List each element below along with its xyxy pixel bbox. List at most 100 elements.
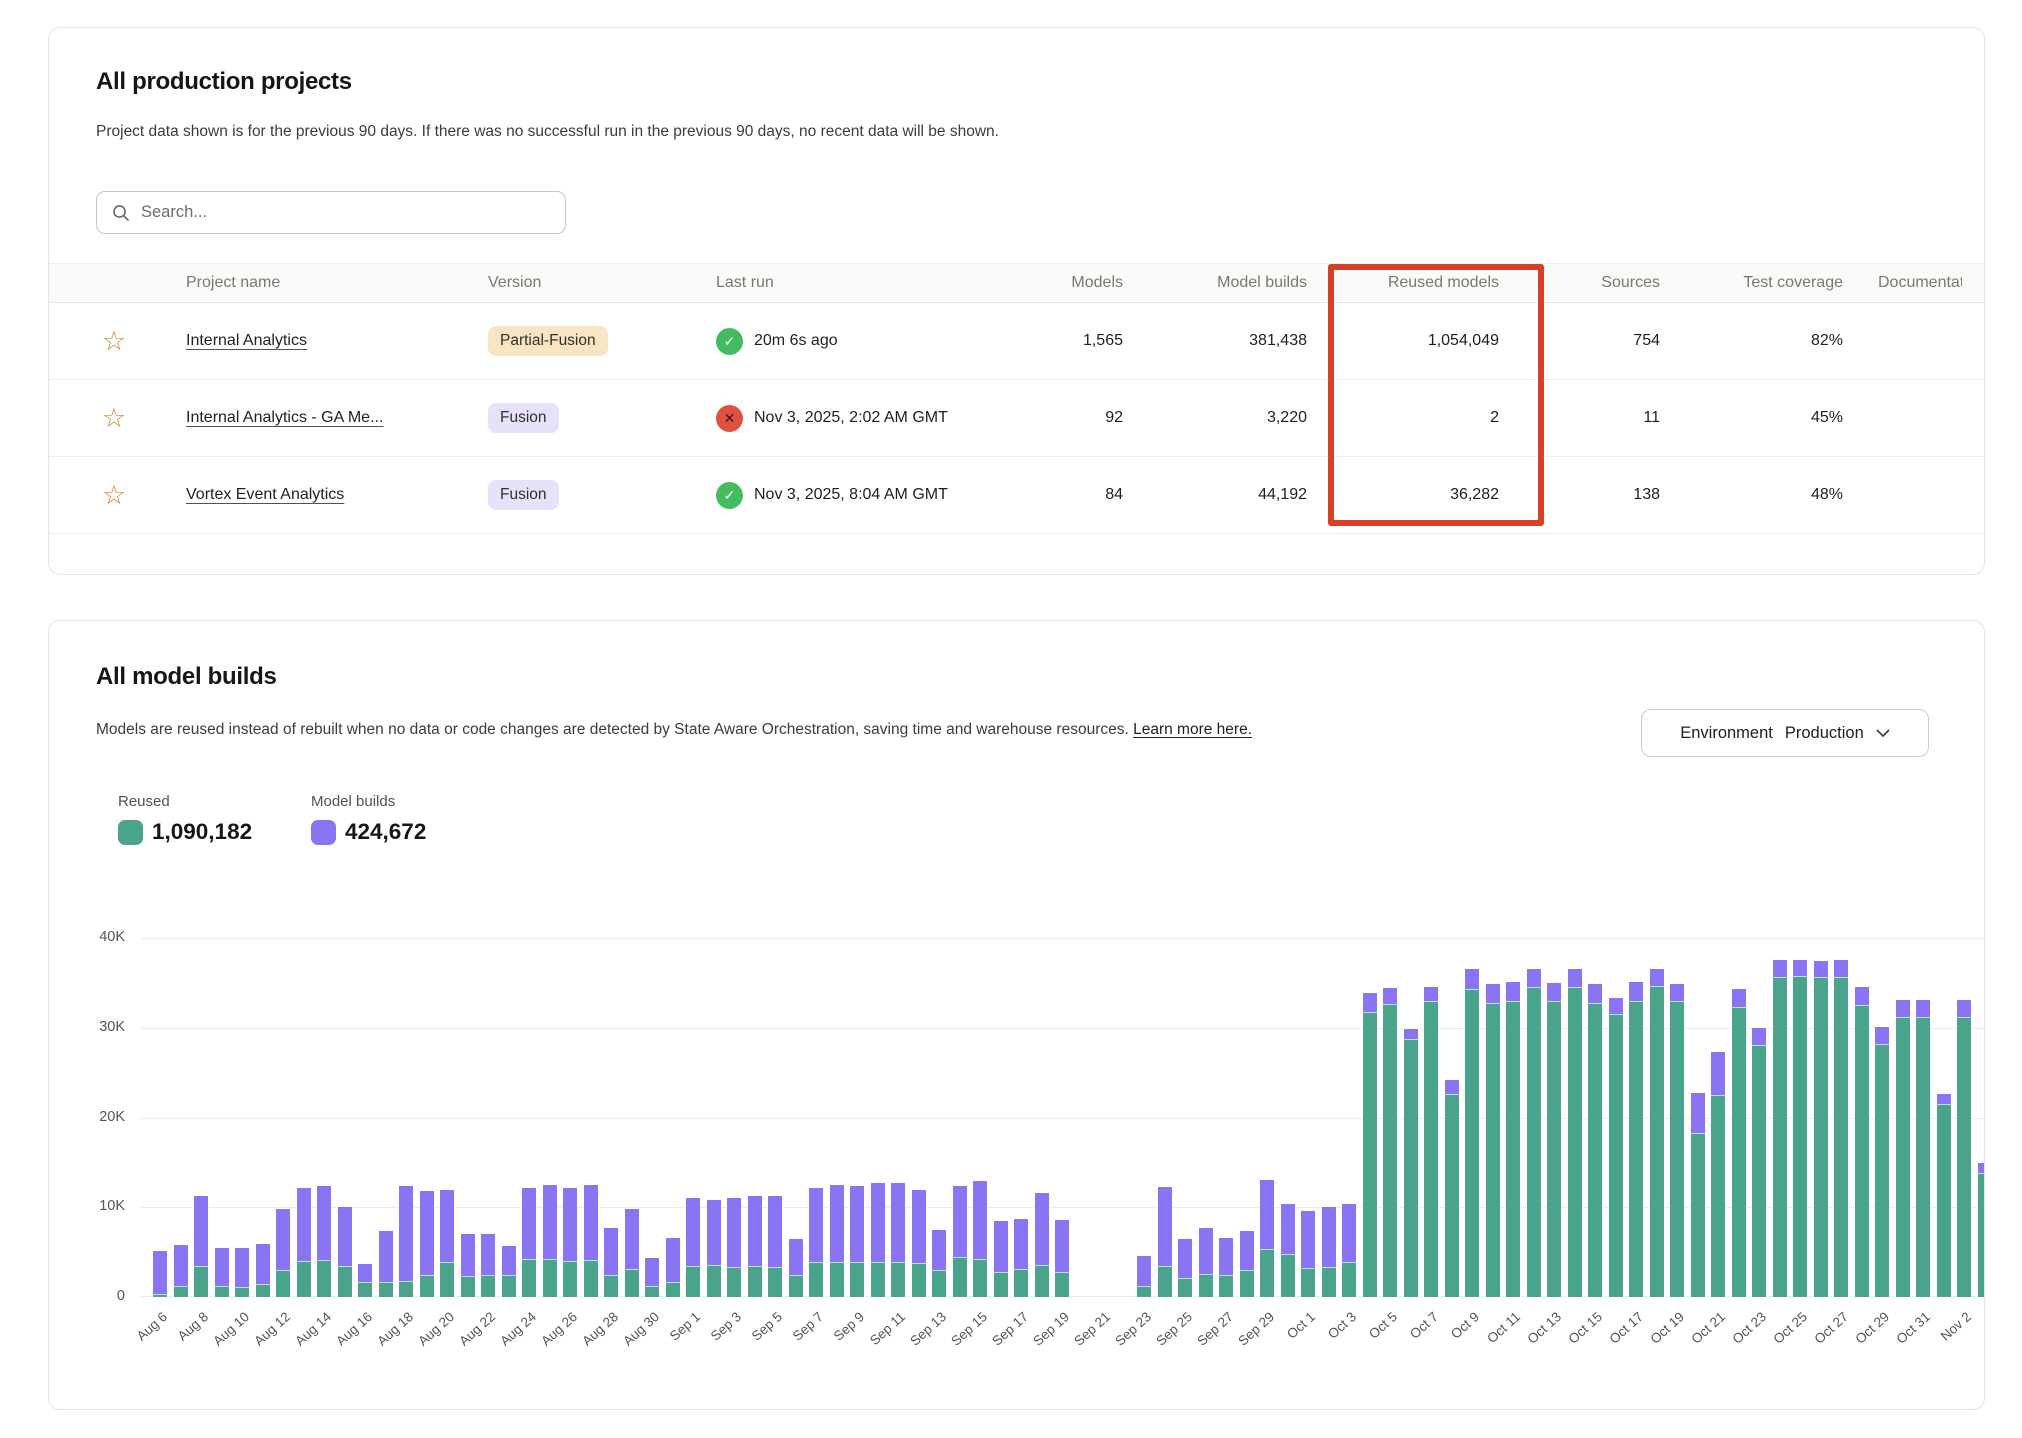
bar-segment-model-builds	[1547, 983, 1561, 1001]
bar-segment-model-builds	[789, 1239, 803, 1276]
bar-segment-reused	[994, 1272, 1008, 1297]
bar-segment-reused	[1527, 987, 1541, 1297]
bar-segment-model-builds	[891, 1183, 905, 1262]
bar-segment-reused	[625, 1269, 639, 1297]
bar-segment-reused	[1240, 1270, 1254, 1297]
bar-segment-reused	[1445, 1094, 1459, 1297]
table-row: ☆Internal Analytics - GA Me...Fusion✕Nov…	[49, 380, 1984, 457]
bar-segment-reused	[850, 1262, 864, 1297]
column-header-documentation: Documentation	[1878, 264, 1962, 302]
bar-segment-reused	[1568, 987, 1582, 1297]
bar-segment-model-builds	[912, 1190, 926, 1263]
bar-segment-model-builds	[1260, 1180, 1274, 1249]
bar-segment-reused	[461, 1276, 475, 1297]
bar-segment-reused	[235, 1287, 249, 1297]
column-header-model-builds: Model builds	[1149, 264, 1307, 302]
bar-segment-model-builds	[563, 1188, 577, 1262]
column-header-last-run: Last run	[716, 264, 1005, 302]
bar-segment-reused	[1199, 1274, 1213, 1297]
gridline	[141, 1028, 1985, 1029]
bar-segment-model-builds	[1752, 1028, 1766, 1045]
favorite-star-icon[interactable]: ☆	[102, 405, 126, 432]
last-run-text: Nov 3, 2025, 8:04 AM GMT	[754, 486, 948, 504]
bar-segment-reused	[1158, 1266, 1172, 1297]
model-builds-card: All model builds Models are reused inste…	[48, 620, 1985, 1410]
bar-segment-model-builds	[973, 1181, 987, 1259]
bar-segment-reused	[1506, 1001, 1520, 1297]
builds-card-subtitle: Models are reused instead of rebuilt whe…	[96, 721, 1252, 739]
favorite-star-icon[interactable]: ☆	[102, 482, 126, 509]
bar-segment-reused	[215, 1286, 229, 1297]
bar-segment-reused	[1281, 1254, 1295, 1297]
bar-segment-reused	[1588, 1003, 1602, 1297]
project-name-link[interactable]: Vortex Event Analytics	[186, 486, 344, 504]
bar-segment-reused	[502, 1275, 516, 1297]
version-badge: Partial-Fusion	[488, 326, 608, 356]
legend-reused-swatch	[118, 820, 143, 845]
bar-segment-reused	[1137, 1286, 1151, 1297]
y-axis-tick-label: 30K	[65, 1019, 125, 1035]
project-search[interactable]	[96, 191, 566, 234]
bar-segment-reused	[1629, 1001, 1643, 1297]
bar-segment-reused	[1219, 1275, 1233, 1297]
bar-segment-model-builds	[1691, 1093, 1705, 1132]
bar-segment-reused	[1957, 1017, 1971, 1297]
bar-segment-reused	[1547, 1001, 1561, 1297]
legend-reused-label: Reused	[118, 793, 252, 810]
version-badge: Fusion	[488, 403, 559, 433]
bar-segment-reused	[1691, 1133, 1705, 1297]
bar-segment-model-builds	[1629, 982, 1643, 1001]
bar-segment-model-builds	[625, 1209, 639, 1269]
bar-segment-model-builds	[1937, 1094, 1951, 1104]
bar-segment-reused	[1711, 1095, 1725, 1297]
bar-segment-model-builds	[1445, 1080, 1459, 1094]
bar-segment-reused	[953, 1257, 967, 1297]
bar-segment-reused	[727, 1267, 741, 1297]
bar-segment-model-builds	[276, 1209, 290, 1270]
bar-segment-reused	[891, 1262, 905, 1297]
bar-segment-model-builds	[1301, 1211, 1315, 1268]
bar-segment-model-builds	[1916, 1000, 1930, 1017]
test-coverage-value: 82%	[1689, 303, 1843, 379]
bar-segment-model-builds	[1732, 989, 1746, 1007]
bar-segment-model-builds	[522, 1188, 536, 1260]
search-input[interactable]	[141, 203, 551, 222]
bar-segment-model-builds	[502, 1246, 516, 1276]
bar-segment-model-builds	[850, 1186, 864, 1262]
success-check-icon: ✓	[716, 328, 743, 355]
bar-segment-reused	[1916, 1017, 1930, 1297]
column-header-test-coverage: Test coverage	[1689, 264, 1843, 302]
model-builds-count: 3,220	[1149, 380, 1307, 456]
bar-segment-reused	[973, 1259, 987, 1297]
bar-segment-reused	[194, 1266, 208, 1297]
bar-segment-model-builds	[1773, 960, 1787, 977]
project-name-link[interactable]: Internal Analytics	[186, 332, 307, 350]
gridline	[141, 1207, 1985, 1208]
bar-segment-reused	[420, 1275, 434, 1297]
bar-segment-reused	[1834, 977, 1848, 1297]
learn-more-link[interactable]: Learn more here.	[1133, 721, 1252, 738]
favorite-star-icon[interactable]: ☆	[102, 328, 126, 355]
bar-segment-reused	[440, 1262, 454, 1297]
bar-segment-model-builds	[1055, 1220, 1069, 1272]
bar-segment-reused	[645, 1286, 659, 1297]
bar-segment-model-builds	[1383, 988, 1397, 1004]
bar-segment-model-builds	[1342, 1204, 1356, 1262]
bar-segment-model-builds	[297, 1188, 311, 1262]
bar-segment-reused	[748, 1266, 762, 1297]
project-name-link[interactable]: Internal Analytics - GA Me...	[186, 409, 383, 427]
bar-segment-model-builds	[461, 1234, 475, 1276]
legend-builds-swatch	[311, 820, 336, 845]
bar-segment-model-builds	[953, 1186, 967, 1257]
test-coverage-value: 48%	[1689, 457, 1843, 533]
bar-segment-model-builds	[727, 1198, 741, 1267]
bar-segment-model-builds	[1240, 1231, 1254, 1270]
environment-select[interactable]: Environment Production	[1641, 709, 1929, 757]
bar-segment-reused	[153, 1294, 167, 1297]
bar-segment-model-builds	[235, 1248, 249, 1287]
bar-segment-model-builds	[645, 1258, 659, 1286]
bar-segment-model-builds	[686, 1198, 700, 1265]
bar-segment-reused	[809, 1262, 823, 1297]
bar-segment-reused	[1363, 1012, 1377, 1297]
reused-models-count: 36,282	[1339, 457, 1499, 533]
